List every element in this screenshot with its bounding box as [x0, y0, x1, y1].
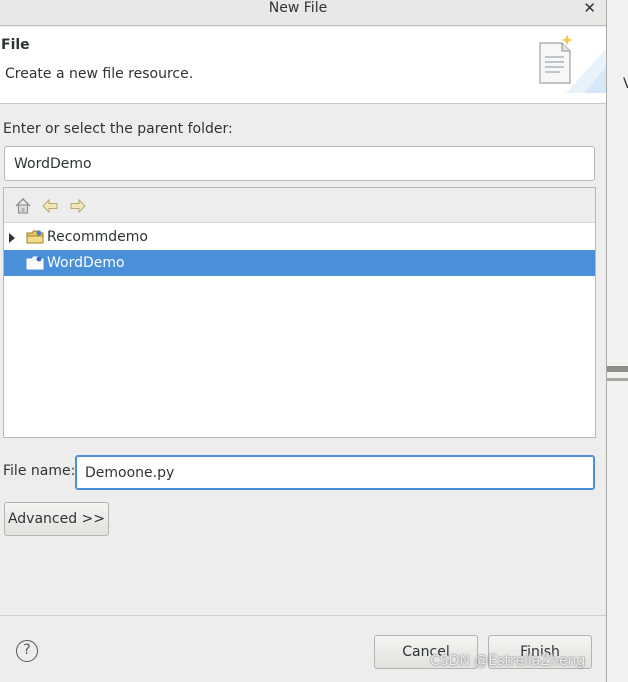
wizard-header: File Create a new file resource. — [0, 27, 606, 104]
back-arrow-icon[interactable] — [40, 196, 60, 216]
background-window: V — [606, 0, 628, 682]
wizard-title: File — [1, 37, 30, 53]
tree-item-recommdemo[interactable]: Recommdemo — [4, 224, 595, 250]
parent-folder-label: Enter or select the parent folder: — [3, 121, 233, 137]
new-file-wizard-icon — [539, 35, 606, 93]
help-icon[interactable]: ? — [16, 640, 38, 662]
tree-toolbar — [4, 188, 595, 223]
advanced-button[interactable]: Advanced >> — [4, 502, 109, 536]
background-divider — [607, 378, 628, 381]
close-icon[interactable]: ✕ — [583, 0, 596, 16]
home-icon[interactable] — [13, 196, 33, 216]
title-bar: New File ✕ — [0, 0, 606, 26]
tree-item-worddemo[interactable]: WordDemo — [4, 250, 595, 276]
watermark: CSDN @EstrellaZheng — [430, 653, 586, 669]
wizard-description: Create a new file resource. — [5, 66, 194, 82]
forward-arrow-icon[interactable] — [68, 196, 88, 216]
background-divider — [607, 366, 628, 372]
file-name-input[interactable] — [75, 455, 595, 490]
project-folder-icon — [26, 230, 44, 244]
folder-tree[interactable]: Recommdemo WordDemo — [3, 187, 596, 438]
file-name-label: File name: — [3, 463, 76, 479]
parent-folder-input[interactable] — [4, 146, 595, 181]
window-title: New File — [268, 0, 328, 16]
footer-divider — [0, 615, 606, 616]
tree-item-label: Recommdemo — [47, 229, 148, 245]
expand-arrow-icon[interactable] — [9, 233, 15, 243]
project-folder-icon — [26, 256, 44, 270]
tree-item-label: WordDemo — [47, 255, 125, 271]
background-text: V — [623, 76, 628, 92]
